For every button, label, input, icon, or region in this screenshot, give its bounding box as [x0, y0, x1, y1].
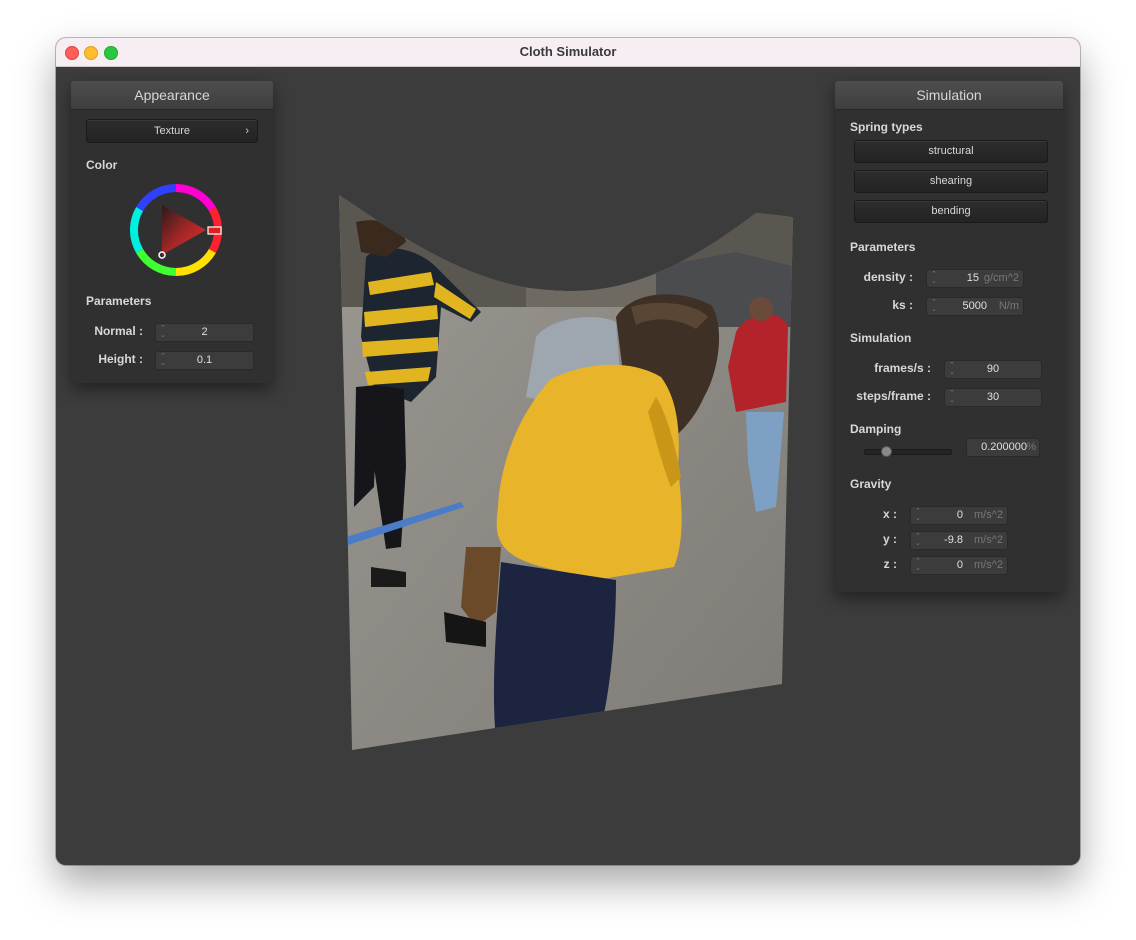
gravity-y-input[interactable]: ⌃ ⌄ -9.8 m/s^2	[910, 531, 1008, 550]
gravity-y-unit: m/s^2	[974, 534, 1003, 546]
slider-track[interactable]	[864, 449, 952, 455]
gravity-x-label: x :	[882, 507, 897, 521]
gravity-y-label: y :	[882, 532, 897, 546]
fps-label: frames/s :	[874, 361, 931, 375]
simulation-viewport[interactable]: Appearance Texture › Color Parameters No…	[56, 67, 1080, 865]
height-label: Height :	[98, 352, 143, 366]
gravity-x-input[interactable]: ⌃ ⌄ 0 m/s^2	[910, 506, 1008, 525]
damping-unit: %	[1026, 441, 1036, 453]
texture-label: Texture	[153, 125, 191, 137]
structural-button[interactable]: structural	[854, 140, 1048, 163]
bending-button[interactable]: bending	[854, 200, 1048, 223]
color-wheel[interactable]	[130, 184, 222, 276]
spinner-arrows-icon[interactable]: ⌃ ⌄	[915, 533, 921, 547]
simulation-section-label: Simulation	[850, 331, 912, 345]
damping-slider[interactable]	[864, 446, 952, 457]
appearance-header[interactable]: Appearance	[71, 81, 273, 110]
gravity-x-unit: m/s^2	[974, 509, 1003, 521]
window-title: Cloth Simulator	[519, 44, 617, 59]
shearing-button[interactable]: shearing	[854, 170, 1048, 193]
normal-input[interactable]: ⌃ ⌄ 2	[155, 323, 254, 342]
damping-input[interactable]: 0.200000 %	[966, 438, 1040, 457]
title-bar: Cloth Simulator	[56, 38, 1080, 67]
spinner-arrows-icon[interactable]: ⌃ ⌄	[915, 508, 921, 522]
spinner-arrows-icon[interactable]: ⌃ ⌄	[931, 271, 937, 285]
spinner-arrows-icon[interactable]: ⌃ ⌄	[931, 299, 937, 313]
appearance-panel: Appearance Texture › Color Parameters No…	[71, 81, 273, 383]
height-input[interactable]: ⌃ ⌄ 0.1	[155, 351, 254, 370]
slider-knob[interactable]	[881, 446, 892, 457]
simulation-panel: Simulation Spring types structural shear…	[835, 81, 1063, 592]
density-input[interactable]: ⌃ ⌄ 15 g/cm^2	[926, 269, 1024, 288]
density-unit: g/cm^2	[983, 272, 1019, 284]
damping-label: Damping	[850, 422, 902, 436]
steps-input[interactable]: ⌃ ⌄ 30	[944, 388, 1042, 407]
simulation-header[interactable]: Simulation	[835, 81, 1063, 110]
color-label: Color	[86, 158, 118, 172]
gravity-label: Gravity	[850, 477, 892, 491]
steps-label: steps/frame :	[856, 389, 931, 403]
color-triangle[interactable]	[162, 205, 206, 255]
sim-params-label: Parameters	[850, 240, 916, 254]
spinner-arrows-icon[interactable]: ⌃ ⌄	[915, 558, 921, 572]
gravity-z-label: z :	[883, 557, 897, 571]
texture-dropdown-button[interactable]: Texture ›	[86, 119, 258, 143]
normal-label: Normal :	[94, 324, 143, 338]
ks-label: ks :	[892, 298, 913, 312]
app-window: Cloth Simulator Appearance Texture › Col…	[56, 38, 1080, 865]
appearance-params-label: Parameters	[86, 294, 152, 308]
ks-unit: N/m	[998, 300, 1019, 312]
chevron-right-icon: ›	[245, 125, 249, 137]
fps-input[interactable]: ⌃ ⌄ 90	[944, 360, 1042, 379]
gravity-z-input[interactable]: ⌃ ⌄ 0 m/s^2	[910, 556, 1008, 575]
ks-input[interactable]: ⌃ ⌄ 5000 N/m	[926, 297, 1024, 316]
density-label: density :	[863, 270, 913, 284]
gravity-z-unit: m/s^2	[974, 559, 1003, 571]
spring-types-label: Spring types	[850, 120, 923, 134]
hue-selector-handle[interactable]	[207, 226, 222, 235]
